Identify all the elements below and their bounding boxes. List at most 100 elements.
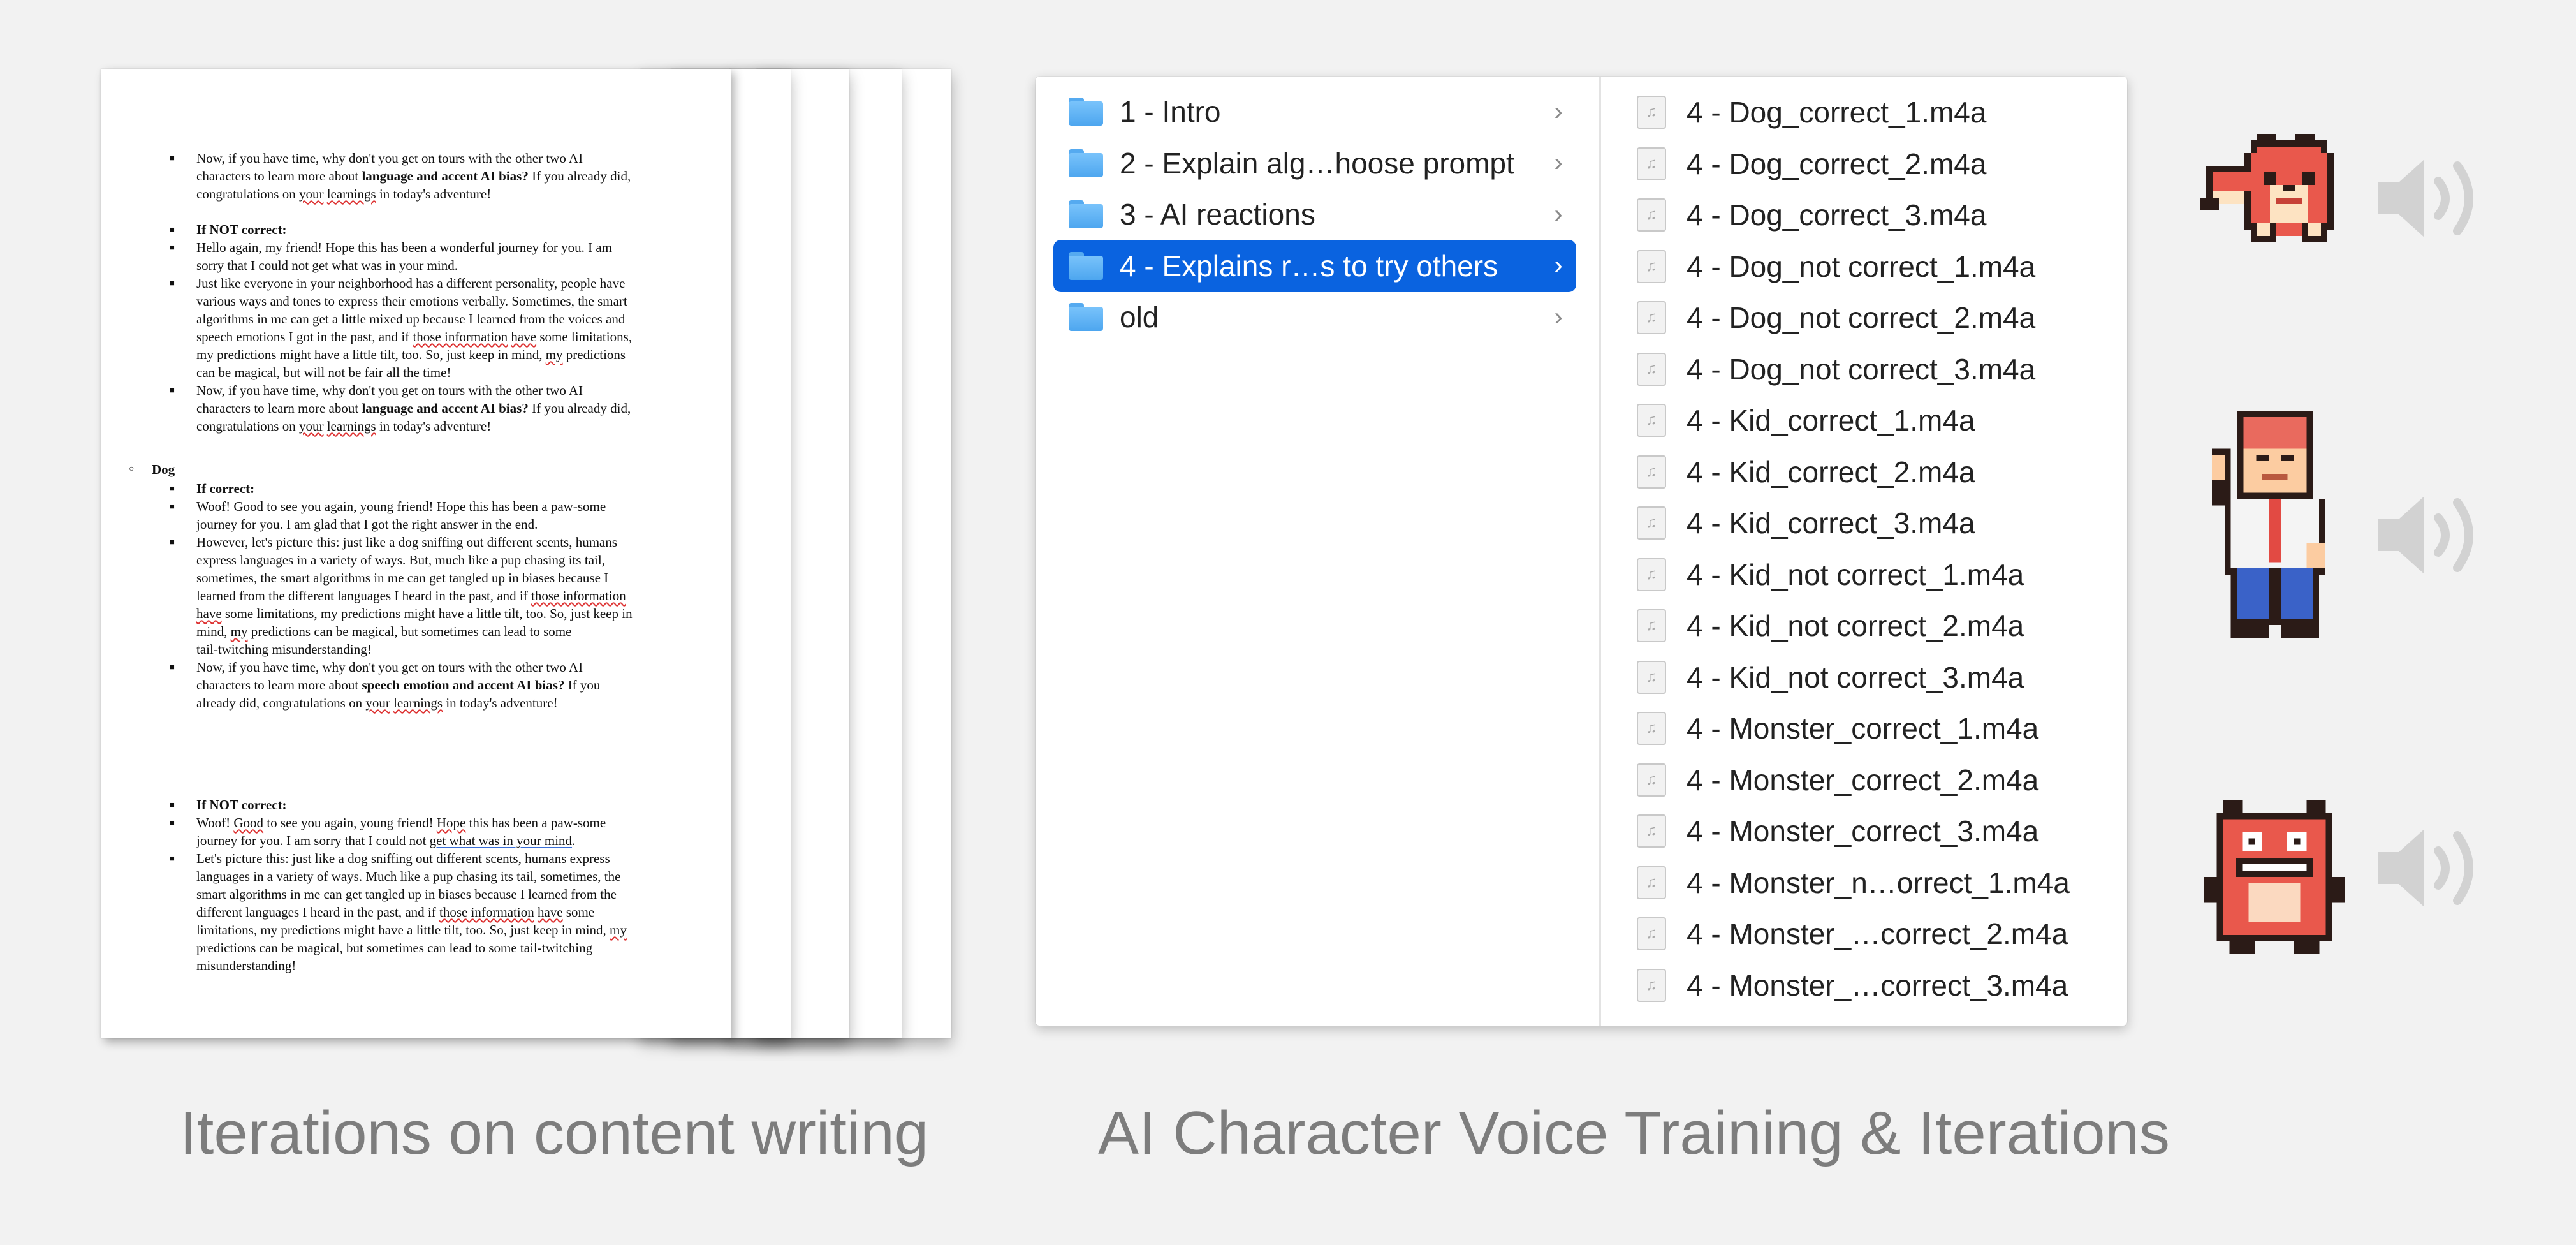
speaker-icon [2378, 496, 2473, 574]
audio-file-icon: ♫ [1637, 968, 1666, 1002]
file-row[interactable]: ♫ 4 - Dog_correct_1.m4a [1637, 87, 1986, 138]
file-name: 4 - Dog_not correct_2.m4a [1687, 301, 2036, 334]
file-row[interactable]: ♫ 4 - Monster_…correct_2.m4a [1637, 908, 2068, 959]
bullet: ■ [170, 278, 175, 288]
doc-line: algorithms in me can get a little mixed … [196, 311, 626, 327]
bullet: ■ [170, 800, 175, 809]
audio-file-icon: ♫ [1637, 506, 1666, 540]
folder-label: old [1120, 300, 1159, 334]
file-row[interactable]: ♫ 4 - Monster_correct_3.m4a [1637, 806, 2038, 857]
doc-line: misunderstanding! [196, 958, 296, 973]
audio-file-icon: ♫ [1637, 352, 1666, 386]
file-name: 4 - Monster_n…orrect_1.m4a [1687, 866, 2070, 899]
file-row[interactable]: ♫ 4 - Monster_…correct_3.m4a [1637, 960, 2068, 1011]
doc-line: Let's picture this: just like a dog snif… [196, 851, 610, 866]
file-row[interactable]: ♫ 4 - Kid_not correct_3.m4a [1637, 652, 2024, 703]
audio-file-icon: ♫ [1637, 198, 1666, 232]
file-row[interactable]: ♫ 4 - Dog_correct_2.m4a [1637, 138, 1986, 189]
folder-icon [1069, 251, 1103, 280]
folder-row[interactable]: 4 - Explains r…s to try others › [1053, 239, 1576, 292]
file-name: 4 - Kid_not correct_1.m4a [1687, 557, 2024, 591]
doc-line: sorry that I could not get what was in y… [196, 258, 458, 273]
finder-window: 1 - Intro › 2 - Explain alg…hoose prompt › 3… [1036, 77, 2127, 1026]
file-row[interactable]: ♫ 4 - Kid_correct_3.m4a [1637, 497, 1975, 549]
doc-line: various ways and tones to express their … [196, 293, 627, 309]
doc-line: can be magical, but will not be fair all… [196, 365, 451, 380]
speaker-icon [2378, 829, 2473, 907]
file-row[interactable]: ♫ 4 - Monster_n…orrect_1.m4a [1637, 857, 2070, 908]
caption-content-writing: Iterations on content writing [180, 1099, 928, 1167]
file-name: 4 - Kid_correct_2.m4a [1687, 455, 1975, 489]
doc-line: journey for you. I am sorry that I could… [196, 833, 576, 848]
audio-file-icon: ♫ [1637, 249, 1666, 283]
file-row[interactable]: ♫ 4 - Dog_not correct_1.m4a [1637, 241, 2035, 292]
document-page-front: ■ Now, if you have time, why don't you g… [101, 69, 731, 1038]
doc-line: journey for you. I am glad that I got th… [196, 517, 538, 532]
doc-line: Now, if you have time, why don't you get… [196, 383, 583, 398]
file-row[interactable]: ♫ 4 - Dog_correct_3.m4a [1637, 189, 1986, 240]
file-name: 4 - Kid_correct_1.m4a [1687, 404, 1975, 437]
file-row[interactable]: ♫ 4 - Kid_not correct_1.m4a [1637, 549, 2024, 600]
doc-line: Just like everyone in your neighborhood … [196, 276, 626, 291]
kid-pixel-character [2212, 411, 2326, 638]
folder-row[interactable]: 3 - AI reactions › [1053, 188, 1576, 240]
doc-line: characters to learn more about language … [196, 401, 631, 416]
audio-file-icon: ♫ [1637, 917, 1666, 950]
doc-heading: If NOT correct: [196, 222, 287, 237]
file-name: 4 - Monster_…correct_3.m4a [1687, 968, 2068, 1002]
doc-line: have some limitations, my predictions mi… [196, 606, 633, 621]
circle-bullet: ○ [129, 464, 135, 474]
doc-line: speech emotions I got in the past, and i… [196, 329, 632, 344]
folder-icon [1069, 303, 1103, 331]
chevron-right-icon: › [1554, 302, 1563, 331]
speaker-icon [2378, 159, 2473, 237]
doc-line: Now, if you have time, why don't you get… [196, 151, 583, 166]
audio-file-icon: ♫ [1637, 814, 1666, 848]
file-row[interactable]: ♫ 4 - Dog_not correct_3.m4a [1637, 344, 2035, 395]
folder-label: 2 - Explain alg…hoose prompt [1120, 146, 1514, 180]
file-row[interactable]: ♫ 4 - Monster_correct_1.m4a [1637, 703, 2038, 754]
folder-label: 3 - AI reactions [1120, 198, 1315, 231]
audio-file-icon: ♫ [1637, 712, 1666, 745]
folder-row[interactable]: old › [1053, 291, 1576, 343]
folder-column: 1 - Intro › 2 - Explain alg…hoose prompt › 3… [1036, 77, 1601, 1026]
file-row[interactable]: ♫ 4 - Monster_correct_2.m4a [1637, 755, 2038, 806]
bullet: ■ [170, 662, 175, 672]
dog-pixel-character [2200, 134, 2334, 242]
bullet: ■ [170, 501, 175, 511]
folder-row[interactable]: 1 - Intro › [1053, 85, 1576, 138]
file-name: 4 - Kid_not correct_2.m4a [1687, 609, 2024, 642]
file-row[interactable]: ♫ 4 - Kid_not correct_2.m4a [1637, 600, 2024, 651]
doc-line: different languages I heard in the past,… [196, 904, 595, 920]
bullet: ■ [170, 853, 175, 863]
doc-line: express languages in a variety of ways. … [196, 552, 605, 568]
chevron-right-icon: › [1554, 200, 1563, 228]
bullet: ■ [170, 153, 175, 163]
doc-line: my predictions might have a little tilt,… [196, 347, 626, 362]
folder-row[interactable]: 2 - Explain alg…hoose prompt › [1053, 137, 1576, 189]
doc-line: smart algorithms in me can get tangled u… [196, 887, 617, 902]
audio-file-icon: ♫ [1637, 301, 1666, 334]
doc-line: already did, congratulations on your lea… [196, 695, 558, 711]
monster-pixel-character [2204, 800, 2345, 954]
doc-line: Hello again, my friend! Hope this has be… [196, 240, 612, 255]
file-row[interactable]: ♫ 4 - Kid_correct_2.m4a [1637, 446, 1975, 497]
bullet: ■ [170, 242, 175, 252]
audio-file-icon: ♫ [1637, 763, 1666, 797]
bullet: ■ [170, 385, 175, 395]
file-name: 4 - Monster_…correct_2.m4a [1687, 917, 2068, 950]
file-name: 4 - Dog_correct_1.m4a [1687, 96, 1987, 129]
file-name: 4 - Kid_correct_3.m4a [1687, 506, 1975, 540]
file-name: 4 - Dog_correct_3.m4a [1687, 198, 1987, 232]
doc-line: mind, my predictions can be magical, but… [196, 624, 572, 639]
doc-line: Woof! Good to see you again, young frien… [196, 499, 606, 514]
chevron-right-icon: › [1554, 251, 1563, 279]
caption-voice-training: AI Character Voice Training & Iterations [1098, 1099, 2170, 1167]
audio-file-icon: ♫ [1637, 147, 1666, 180]
doc-line: tail-twitching misunderstanding! [196, 642, 372, 657]
document-stack: nestots.oronsow ustifmpt,yn andvers noti… [0, 0, 995, 1084]
doc-heading: If NOT correct: [196, 797, 287, 813]
file-row[interactable]: ♫ 4 - Dog_not correct_2.m4a [1637, 292, 2035, 343]
bullet: ■ [170, 537, 175, 547]
file-row[interactable]: ♫ 4 - Kid_correct_1.m4a [1637, 395, 1975, 446]
